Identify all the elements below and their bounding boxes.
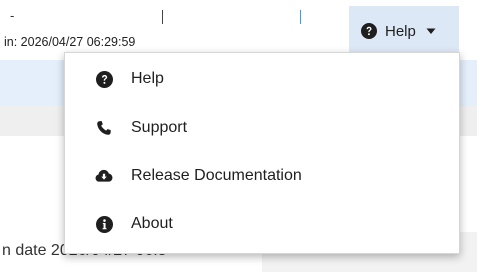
menu-item-label: Release Documentation (131, 167, 302, 184)
header-text-fragment: - (10, 8, 15, 23)
help-menu-button[interactable]: Help (349, 6, 459, 56)
help-button-label: Help (385, 22, 416, 40)
question-circle-icon (95, 70, 113, 88)
question-circle-icon (361, 23, 377, 39)
menu-item-help[interactable]: Help (65, 61, 459, 97)
caret-down-icon (426, 26, 436, 36)
header-divider-accent (300, 10, 301, 24)
menu-item-label: Help (131, 70, 164, 87)
info-circle-icon (95, 215, 113, 233)
menu-item-support[interactable]: Support (65, 110, 459, 146)
help-dropdown-menu: Help Support Release Documentation About (64, 52, 460, 254)
cloud-download-icon (95, 167, 113, 185)
last-login-time: in: 2026/04/27 06:29:59 (4, 35, 136, 49)
menu-item-release-documentation[interactable]: Release Documentation (65, 158, 459, 194)
header-divider (162, 10, 163, 24)
menu-item-label: About (131, 215, 173, 232)
app-page: - in: 2026/04/27 06:29:59 Help n date 20… (0, 0, 477, 272)
menu-item-label: Support (131, 119, 188, 136)
phone-icon (95, 119, 113, 137)
menu-item-about[interactable]: About (65, 206, 459, 242)
